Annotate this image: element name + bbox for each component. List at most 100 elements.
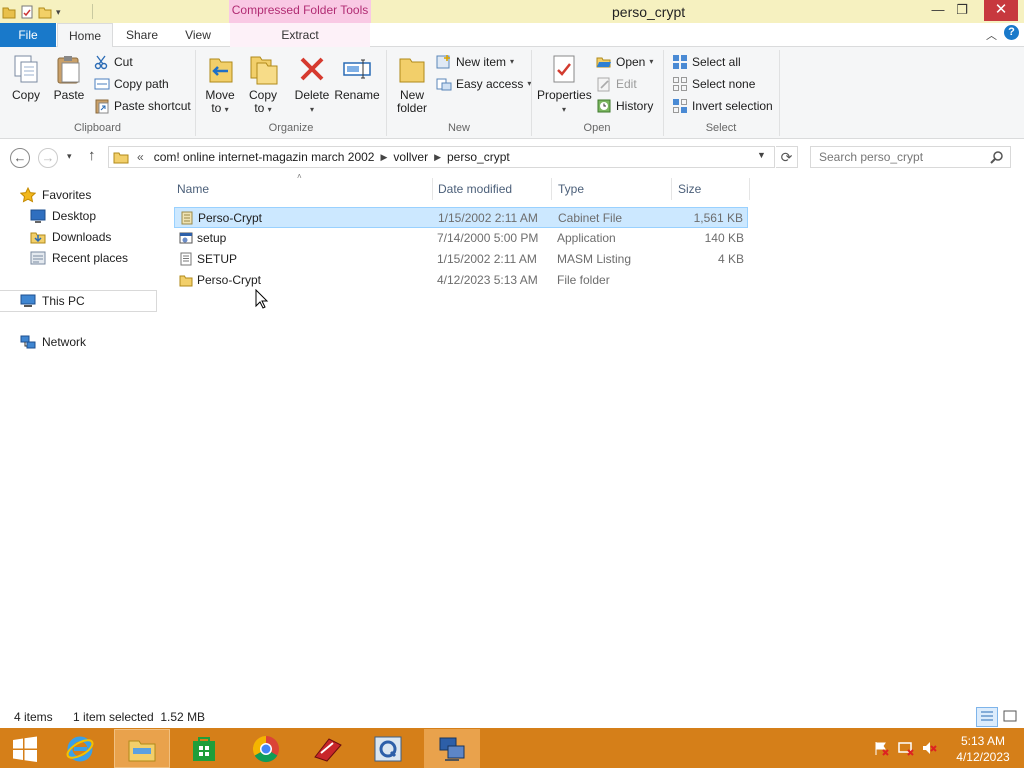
file-row-folder[interactable]: Perso-Crypt 4/12/2023 5:13 AM File folde… — [174, 270, 748, 291]
red-tool-icon — [314, 737, 342, 762]
column-header-type[interactable]: Type — [558, 180, 584, 198]
nav-desktop[interactable]: Desktop — [30, 206, 96, 226]
tab-home[interactable]: Home — [57, 23, 113, 48]
taskbar-app-setup[interactable] — [424, 729, 480, 768]
star-icon — [20, 187, 36, 203]
quick-access-toolbar: ▾ — [2, 2, 61, 22]
column-header-date[interactable]: Date modified — [438, 180, 512, 198]
nav-this-pc[interactable]: This PC — [20, 291, 85, 311]
taskbar-app-q-viewer[interactable] — [360, 729, 416, 768]
status-item-count: 4 items — [14, 710, 53, 724]
up-arrow-icon[interactable]: ↑ — [88, 147, 96, 164]
edit-button[interactable]: Edit — [596, 74, 637, 94]
breadcrumb-segment[interactable]: com! online internet-magazin march 2002 — [154, 150, 375, 164]
copy-button[interactable]: Copy — [6, 50, 46, 120]
breadcrumb-overflow[interactable]: « — [137, 150, 144, 164]
column-divider[interactable] — [749, 178, 750, 200]
nav-favorites[interactable]: Favorites — [20, 185, 91, 205]
column-header-size[interactable]: Size — [678, 180, 701, 198]
desktop-icon — [30, 209, 46, 223]
taskbar-app-red-tool[interactable] — [300, 729, 356, 768]
select-none-button[interactable]: Select none — [672, 74, 755, 94]
address-history-dropdown-icon[interactable]: ▼ — [757, 150, 766, 160]
delete-button[interactable]: Delete ▾ — [292, 50, 332, 120]
column-header-name[interactable]: Name — [177, 180, 209, 198]
nav-this-pc-label: This PC — [42, 294, 85, 308]
open-dropdown-icon: ▾ — [649, 57, 654, 66]
mouse-cursor-icon — [255, 289, 269, 309]
customize-qat-icon[interactable]: ▾ — [56, 7, 61, 18]
sort-up-chevron-icon: ˄ — [297, 172, 302, 181]
search-input[interactable]: Search perso_crypt — [810, 146, 1011, 168]
search-icon[interactable] — [990, 150, 1004, 164]
start-button[interactable] — [0, 729, 50, 768]
breadcrumb-chevron-icon[interactable]: ▶ — [380, 152, 387, 163]
maximize-button[interactable]: ❐ — [948, 0, 976, 21]
new-item-button[interactable]: New item ▾ — [436, 52, 514, 72]
nav-network[interactable]: Network — [20, 332, 86, 352]
column-divider[interactable] — [432, 178, 433, 200]
copy-path-label: Copy path — [114, 77, 169, 91]
minimize-ribbon-chevron-icon[interactable]: ︿ — [986, 27, 997, 43]
properties-icon — [548, 53, 580, 85]
address-bar[interactable]: « com! online internet-magazin march 200… — [108, 146, 775, 168]
properties-button[interactable]: Properties ▾ — [537, 50, 592, 120]
help-button[interactable]: ? — [1004, 25, 1019, 40]
tab-share[interactable]: Share — [117, 23, 167, 48]
breadcrumb-chevron-icon[interactable]: ▶ — [434, 152, 441, 163]
back-button[interactable]: ← — [10, 148, 30, 168]
action-center-flag-icon[interactable] — [873, 740, 889, 759]
new-item-icon — [436, 55, 450, 69]
taskbar-internet-explorer[interactable] — [52, 729, 108, 768]
nav-downloads[interactable]: Downloads — [30, 227, 111, 247]
tab-view[interactable]: View — [172, 23, 224, 48]
file-explorer-icon — [128, 740, 156, 761]
new-folder-label-2: folder — [396, 101, 428, 115]
move-to-button[interactable]: Move to ▾ — [201, 50, 239, 120]
history-button[interactable]: History — [596, 96, 653, 116]
tab-file[interactable]: File — [0, 23, 56, 47]
forward-button[interactable]: → — [38, 148, 58, 168]
taskbar-clock[interactable]: 5:13 AM 4/12/2023 — [948, 733, 1018, 765]
details-view-button[interactable] — [976, 707, 998, 727]
file-row-application[interactable]: setup 7/14/2000 5:00 PM Application 140 … — [174, 228, 748, 249]
column-divider[interactable] — [671, 178, 672, 200]
tab-extract[interactable]: Extract — [230, 23, 370, 48]
volume-muted-icon[interactable] — [921, 740, 937, 759]
network-status-icon[interactable] — [898, 740, 914, 759]
paste-shortcut-button[interactable]: Paste shortcut — [94, 96, 191, 116]
taskbar-file-explorer[interactable] — [114, 729, 170, 768]
easy-access-button[interactable]: Easy access ▾ — [436, 74, 531, 94]
open-button[interactable]: Open ▾ — [596, 52, 653, 72]
delete-label: Delete — [294, 88, 330, 102]
copy-to-dropdown-icon: ▾ — [267, 105, 272, 114]
breadcrumb-segment[interactable]: perso_crypt — [447, 150, 510, 164]
new-folder-button[interactable]: New folder — [392, 50, 432, 120]
close-button[interactable]: ✕ — [984, 0, 1018, 21]
select-all-button[interactable]: Select all — [672, 52, 741, 72]
clock-time: 5:13 AM — [960, 734, 1006, 748]
file-row-masm-listing[interactable]: SETUP 1/15/2002 2:11 AM MASM Listing 4 K… — [174, 249, 748, 270]
file-row-cabinet[interactable]: Perso-Crypt 1/15/2002 2:11 AM Cabinet Fi… — [174, 207, 748, 228]
properties-icon[interactable] — [20, 5, 34, 19]
large-icons-view-button[interactable] — [1000, 707, 1022, 727]
breadcrumb-segment[interactable]: vollver — [393, 150, 428, 164]
nav-recent-places[interactable]: Recent places — [30, 248, 128, 268]
taskbar-chrome[interactable] — [238, 729, 294, 768]
refresh-button[interactable]: ⟳ — [776, 146, 798, 168]
organize-group-label: Organize — [268, 122, 314, 134]
file-date: 1/15/2002 2:11 AM — [438, 211, 538, 225]
recent-locations-dropdown-icon[interactable]: ▾ — [67, 151, 72, 162]
invert-selection-icon — [673, 99, 687, 113]
cut-button[interactable]: Cut — [94, 52, 133, 72]
new-folder-icon[interactable] — [38, 5, 52, 19]
rename-button[interactable]: Rename — [334, 50, 380, 120]
properties-label: Properties — [537, 88, 592, 102]
copy-path-button[interactable]: Copy path — [94, 74, 169, 94]
paste-button[interactable]: Paste — [50, 50, 88, 120]
invert-selection-button[interactable]: Invert selection — [672, 96, 773, 116]
column-divider[interactable] — [551, 178, 552, 200]
file-name: Perso-Crypt — [197, 273, 262, 287]
copy-to-button[interactable]: Copy to ▾ — [243, 50, 283, 120]
taskbar-store[interactable] — [176, 729, 232, 768]
